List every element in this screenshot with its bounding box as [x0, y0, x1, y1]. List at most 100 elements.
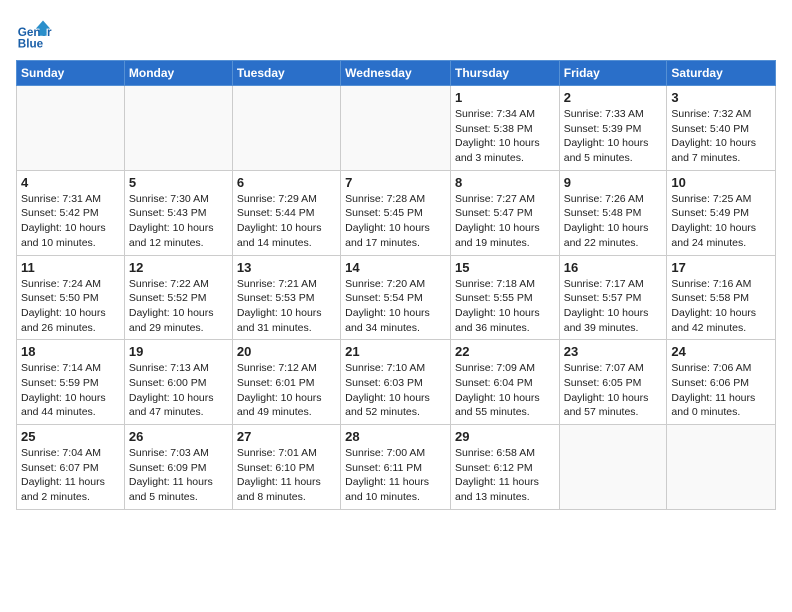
day-number: 12: [129, 260, 228, 275]
calendar-cell: 10 Sunrise: 7:25 AM Sunset: 5:49 PM Dayli…: [667, 170, 776, 255]
day-info: Sunrise: 7:26 AM Sunset: 5:48 PM Dayligh…: [564, 192, 663, 251]
day-info: Sunrise: 7:00 AM Sunset: 6:11 PM Dayligh…: [345, 446, 446, 505]
day-number: 13: [237, 260, 336, 275]
day-number: 7: [345, 175, 446, 190]
calendar-cell: 3 Sunrise: 7:32 AM Sunset: 5:40 PM Daylig…: [667, 86, 776, 171]
day-info: Sunrise: 7:21 AM Sunset: 5:53 PM Dayligh…: [237, 277, 336, 336]
calendar-cell: [124, 86, 232, 171]
calendar-cell: 12 Sunrise: 7:22 AM Sunset: 5:52 PM Dayli…: [124, 255, 232, 340]
calendar-cell: 1 Sunrise: 7:34 AM Sunset: 5:38 PM Daylig…: [450, 86, 559, 171]
calendar-cell: 5 Sunrise: 7:30 AM Sunset: 5:43 PM Daylig…: [124, 170, 232, 255]
day-info: Sunrise: 7:14 AM Sunset: 5:59 PM Dayligh…: [21, 361, 120, 420]
day-number: 9: [564, 175, 663, 190]
calendar-cell: 24 Sunrise: 7:06 AM Sunset: 6:06 PM Dayli…: [667, 340, 776, 425]
day-info: Sunrise: 6:58 AM Sunset: 6:12 PM Dayligh…: [455, 446, 555, 505]
day-info: Sunrise: 7:20 AM Sunset: 5:54 PM Dayligh…: [345, 277, 446, 336]
day-number: 6: [237, 175, 336, 190]
day-number: 15: [455, 260, 555, 275]
calendar-cell: [341, 86, 451, 171]
page-header: General Blue: [16, 16, 776, 52]
calendar-week-1: 1 Sunrise: 7:34 AM Sunset: 5:38 PM Daylig…: [17, 86, 776, 171]
day-info: Sunrise: 7:17 AM Sunset: 5:57 PM Dayligh…: [564, 277, 663, 336]
calendar-cell: [667, 425, 776, 510]
day-number: 19: [129, 344, 228, 359]
day-number: 18: [21, 344, 120, 359]
day-number: 10: [671, 175, 771, 190]
calendar-cell: 19 Sunrise: 7:13 AM Sunset: 6:00 PM Dayli…: [124, 340, 232, 425]
weekday-header-wednesday: Wednesday: [341, 61, 451, 86]
day-info: Sunrise: 7:07 AM Sunset: 6:05 PM Dayligh…: [564, 361, 663, 420]
calendar-cell: [559, 425, 667, 510]
day-info: Sunrise: 7:03 AM Sunset: 6:09 PM Dayligh…: [129, 446, 228, 505]
calendar-cell: 22 Sunrise: 7:09 AM Sunset: 6:04 PM Dayli…: [450, 340, 559, 425]
day-info: Sunrise: 7:09 AM Sunset: 6:04 PM Dayligh…: [455, 361, 555, 420]
calendar-cell: 14 Sunrise: 7:20 AM Sunset: 5:54 PM Dayli…: [341, 255, 451, 340]
calendar-cell: 6 Sunrise: 7:29 AM Sunset: 5:44 PM Daylig…: [232, 170, 340, 255]
weekday-header-sunday: Sunday: [17, 61, 125, 86]
calendar-cell: 18 Sunrise: 7:14 AM Sunset: 5:59 PM Dayli…: [17, 340, 125, 425]
day-number: 5: [129, 175, 228, 190]
day-info: Sunrise: 7:22 AM Sunset: 5:52 PM Dayligh…: [129, 277, 228, 336]
day-number: 26: [129, 429, 228, 444]
calendar-cell: 23 Sunrise: 7:07 AM Sunset: 6:05 PM Dayli…: [559, 340, 667, 425]
day-number: 25: [21, 429, 120, 444]
day-info: Sunrise: 7:34 AM Sunset: 5:38 PM Dayligh…: [455, 107, 555, 166]
logo: General Blue: [16, 16, 56, 52]
day-info: Sunrise: 7:24 AM Sunset: 5:50 PM Dayligh…: [21, 277, 120, 336]
day-number: 21: [345, 344, 446, 359]
calendar-cell: 15Sunrise: 7:18 AM Sunset: 5:55 PM Dayli…: [450, 255, 559, 340]
calendar-cell: 28 Sunrise: 7:00 AM Sunset: 6:11 PM Dayli…: [341, 425, 451, 510]
day-info: Sunrise: 7:31 AM Sunset: 5:42 PM Dayligh…: [21, 192, 120, 251]
day-number: 27: [237, 429, 336, 444]
day-info: Sunrise: 7:16 AM Sunset: 5:58 PM Dayligh…: [671, 277, 771, 336]
calendar-cell: 27Sunrise: 7:01 AM Sunset: 6:10 PM Dayli…: [232, 425, 340, 510]
calendar-week-2: 4 Sunrise: 7:31 AM Sunset: 5:42 PM Daylig…: [17, 170, 776, 255]
day-info: Sunrise: 7:30 AM Sunset: 5:43 PM Dayligh…: [129, 192, 228, 251]
logo-icon: General Blue: [16, 16, 52, 52]
day-number: 20: [237, 344, 336, 359]
day-number: 24: [671, 344, 771, 359]
calendar-week-3: 11 Sunrise: 7:24 AM Sunset: 5:50 PM Dayli…: [17, 255, 776, 340]
day-number: 4: [21, 175, 120, 190]
weekday-header-thursday: Thursday: [450, 61, 559, 86]
day-number: 23: [564, 344, 663, 359]
day-number: 16: [564, 260, 663, 275]
calendar-table: SundayMondayTuesdayWednesdayThursdayFrid…: [16, 60, 776, 510]
day-info: Sunrise: 7:32 AM Sunset: 5:40 PM Dayligh…: [671, 107, 771, 166]
day-info: Sunrise: 7:06 AM Sunset: 6:06 PM Dayligh…: [671, 361, 771, 420]
calendar-cell: 13 Sunrise: 7:21 AM Sunset: 5:53 PM Dayli…: [232, 255, 340, 340]
day-number: 29: [455, 429, 555, 444]
calendar-cell: 17 Sunrise: 7:16 AM Sunset: 5:58 PM Dayli…: [667, 255, 776, 340]
day-number: 8: [455, 175, 555, 190]
calendar-cell: 7 Sunrise: 7:28 AM Sunset: 5:45 PM Daylig…: [341, 170, 451, 255]
day-info: Sunrise: 7:13 AM Sunset: 6:00 PM Dayligh…: [129, 361, 228, 420]
day-info: Sunrise: 7:25 AM Sunset: 5:49 PM Dayligh…: [671, 192, 771, 251]
calendar-cell: [232, 86, 340, 171]
calendar-cell: 21Sunrise: 7:10 AM Sunset: 6:03 PM Dayli…: [341, 340, 451, 425]
calendar-cell: 8Sunrise: 7:27 AM Sunset: 5:47 PM Daylig…: [450, 170, 559, 255]
calendar-cell: [17, 86, 125, 171]
day-number: 14: [345, 260, 446, 275]
day-info: Sunrise: 7:28 AM Sunset: 5:45 PM Dayligh…: [345, 192, 446, 251]
day-number: 3: [671, 90, 771, 105]
calendar-cell: 25 Sunrise: 7:04 AM Sunset: 6:07 PM Dayli…: [17, 425, 125, 510]
day-info: Sunrise: 7:04 AM Sunset: 6:07 PM Dayligh…: [21, 446, 120, 505]
calendar-cell: 29 Sunrise: 6:58 AM Sunset: 6:12 PM Dayli…: [450, 425, 559, 510]
calendar-cell: 2Sunrise: 7:33 AM Sunset: 5:39 PM Daylig…: [559, 86, 667, 171]
weekday-header-friday: Friday: [559, 61, 667, 86]
weekday-header-monday: Monday: [124, 61, 232, 86]
weekday-header-row: SundayMondayTuesdayWednesdayThursdayFrid…: [17, 61, 776, 86]
calendar-cell: 4 Sunrise: 7:31 AM Sunset: 5:42 PM Daylig…: [17, 170, 125, 255]
calendar-week-5: 25 Sunrise: 7:04 AM Sunset: 6:07 PM Dayli…: [17, 425, 776, 510]
day-number: 1: [455, 90, 555, 105]
day-info: Sunrise: 7:12 AM Sunset: 6:01 PM Dayligh…: [237, 361, 336, 420]
day-info: Sunrise: 7:29 AM Sunset: 5:44 PM Dayligh…: [237, 192, 336, 251]
day-number: 17: [671, 260, 771, 275]
day-number: 2: [564, 90, 663, 105]
calendar-cell: 9 Sunrise: 7:26 AM Sunset: 5:48 PM Daylig…: [559, 170, 667, 255]
calendar-cell: 16 Sunrise: 7:17 AM Sunset: 5:57 PM Dayli…: [559, 255, 667, 340]
day-number: 28: [345, 429, 446, 444]
day-number: 22: [455, 344, 555, 359]
day-number: 11: [21, 260, 120, 275]
weekday-header-saturday: Saturday: [667, 61, 776, 86]
